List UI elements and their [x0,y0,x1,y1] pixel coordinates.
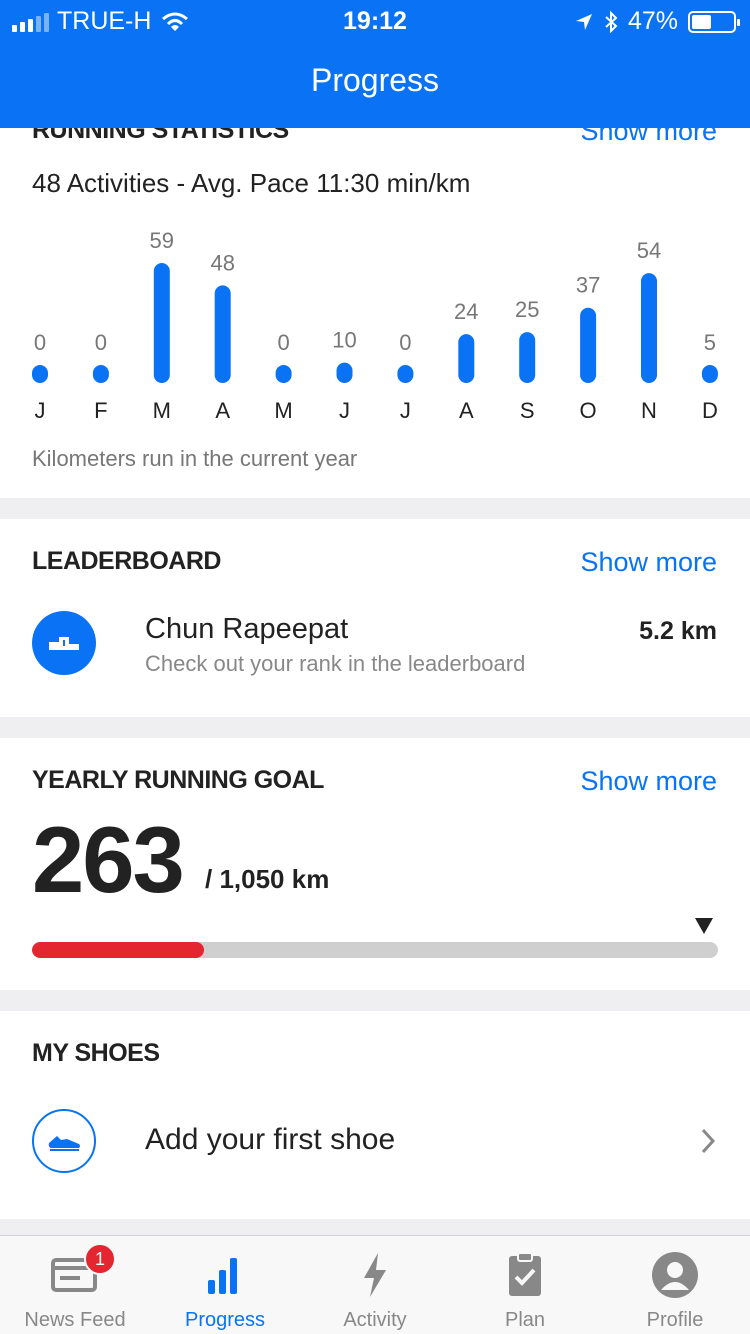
tab-label: News Feed [24,1309,126,1331]
tab-label: Progress [184,1309,266,1331]
tab-plan[interactable]: Plan [450,1236,600,1334]
news-feed-badge: 1 [84,1243,116,1275]
goal-current-distance: 263 [32,807,185,912]
chart-bar [92,365,109,383]
top-bar: TRUE-H 19:12 47% Progress [0,0,750,128]
chart-value-label: 0 [34,330,46,355]
goal-total-distance: / 1,050 km [205,864,330,894]
tab-profile[interactable]: Profile [600,1236,750,1334]
chart-bar [153,263,170,383]
monthly-distance-chart: 0 J 0 F 59 M 48 A 0 M 10 J 0 J 24 A 25 S 37 O 54 N 5 D [32,228,718,423]
chart-category-label: J [400,398,411,423]
leaderboard-distance: 5.2 km [639,617,717,645]
chart-caption: Kilometers run in the current year [32,446,358,471]
shoe-icon [32,1109,96,1173]
chart-category-label: A [215,398,230,423]
tab-activity[interactable]: Activity [300,1236,450,1334]
chart-value-label: 0 [277,330,289,355]
bluetooth-icon [605,10,618,33]
chart-bar [580,307,597,383]
chart-category-label: F [94,398,107,423]
tab-news-feed[interactable]: 1 News Feed [0,1236,150,1334]
chart-bar [32,365,48,383]
chart-category-label: M [153,398,171,423]
chart-bar [397,365,414,383]
chart-category-label: O [580,398,597,423]
chart-category-label: M [274,398,292,423]
goal-progress-bar [32,942,718,958]
chart-category-label: D [702,398,718,423]
tab-label: Plan [504,1309,546,1331]
chart-category-label: N [641,398,657,423]
battery-icon [688,10,740,33]
lightning-bolt-icon [364,1253,386,1297]
chart-bar [336,362,353,383]
tab-label: Profile [646,1309,704,1331]
leaderboard-user-name: Chun Rapeepat [145,613,349,645]
status-bar: TRUE-H 19:12 47% [0,0,750,40]
chart-bar [519,332,536,383]
chart-value-label: 25 [515,297,539,322]
yearly-goal-show-more-link[interactable]: Show more [580,766,717,797]
leaderboard-title: LEADERBOARD [32,547,221,575]
chart-bar [701,365,718,383]
tab-label: Activity [343,1309,407,1331]
tab-progress[interactable]: Progress [150,1236,300,1334]
leaderboard-card[interactable]: LEADERBOARD Show more Chun Rapeepat Chec… [0,519,750,717]
chart-value-label: 37 [576,273,600,298]
chart-category-label: J [339,398,350,423]
running-statistics-card: RUNNING STATISTICS Show more 48 Activiti… [0,116,750,498]
chart-category-label: A [459,398,474,423]
yearly-goal-card: YEARLY RUNNING GOAL Show more 263 / 1,05… [0,738,750,990]
my-shoes-title: MY SHOES [32,1039,160,1067]
add-shoe-row[interactable]: Add your first shoe [0,1091,750,1201]
yearly-goal-title: YEARLY RUNNING GOAL [32,766,324,794]
chart-value-label: 10 [332,328,356,353]
progress-chart-icon [208,1258,237,1294]
chart-value-label: 54 [637,238,661,263]
progress-screen: RUNNING STATISTICS Show more 48 Activiti… [0,0,750,1334]
leaderboard-subtitle: Check out your rank in the leaderboard [145,651,526,676]
goal-expected-marker-icon [695,918,714,934]
clipboard-check-icon [509,1252,541,1296]
add-shoe-label: Add your first shoe [145,1123,396,1156]
chart-category-label: J [35,398,46,423]
profile-avatar-icon [652,1252,698,1298]
chart-bar [641,273,657,383]
tab-bar: 1 News Feed Progress Activity Plan Profi… [0,1235,750,1334]
chart-value-label: 24 [454,299,478,324]
location-arrow-icon [575,13,592,30]
chart-value-label: 0 [95,330,107,355]
chart-bar [458,334,475,383]
chart-value-label: 0 [399,330,411,355]
chart-value-label: 5 [704,330,716,355]
podium-icon [32,611,96,675]
chart-bar [275,365,292,383]
chart-value-label: 48 [210,250,234,275]
battery-percent: 47% [627,7,678,35]
chart-bar [214,285,231,383]
page-title: Progress [310,62,440,98]
chart-value-label: 59 [150,228,174,253]
leaderboard-show-more-link[interactable]: Show more [580,547,717,578]
chevron-right-icon [699,1127,717,1160]
my-shoes-card: MY SHOES Add your first shoe [0,1011,750,1219]
goal-progress-fill [32,942,204,958]
chart-category-label: S [520,398,535,423]
